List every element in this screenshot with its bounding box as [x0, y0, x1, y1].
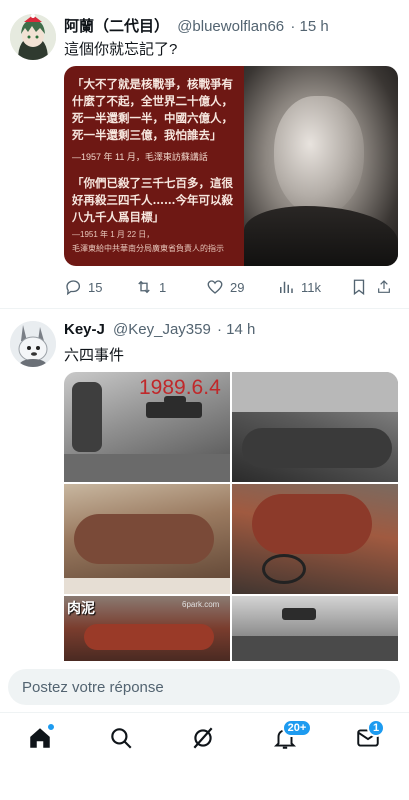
views-count: 11k — [301, 279, 321, 295]
tank-turret — [164, 396, 186, 404]
bookmark-icon — [353, 279, 365, 296]
like-count: 29 — [230, 279, 245, 295]
handle[interactable]: @Key_Jay359 — [113, 321, 211, 338]
nav-grok[interactable] — [190, 725, 218, 753]
nav-messages[interactable]: 1 — [355, 719, 385, 753]
tweet-image[interactable]: 1989.6.4 肉泥 6park.com — [64, 372, 398, 661]
tweet-image[interactable]: 「大不了就是核戰爭，核戰爭有什麼了不起，全世界二十億人，死一半還剩一半，中國六億… — [64, 66, 398, 266]
portrait-photo — [244, 66, 398, 266]
retweet-count: 1 — [159, 279, 167, 295]
nav-search[interactable] — [108, 725, 136, 753]
collage-photo-1: 1989.6.4 — [64, 372, 230, 482]
tweet-header: Key-J @Key_Jay359 · 14 h — [64, 321, 255, 338]
home-notification-dot — [47, 723, 55, 731]
tweet-text: 這個你就忘記了? — [64, 41, 178, 58]
reply-button[interactable]: 15 — [64, 278, 135, 296]
notifications-badge: 20+ — [282, 719, 312, 737]
display-name[interactable]: 阿蘭（二代目） — [64, 18, 169, 35]
watermark: 6park.com — [182, 600, 220, 609]
handle[interactable]: @bluewolflan66 — [177, 18, 284, 35]
search-icon — [111, 728, 132, 749]
avatar[interactable] — [10, 321, 56, 367]
tweet-header: 阿蘭（二代目） @bluewolflan66 · 15 h — [64, 15, 329, 36]
timestamp[interactable]: · 14 h — [217, 321, 255, 338]
quote-source-2b: 毛澤東給中共華南分局廣東省負責人的指示 — [72, 244, 224, 253]
grok-icon — [193, 727, 213, 749]
views-button[interactable]: 11k — [277, 278, 350, 296]
quote-panel: 「大不了就是核戰爭，核戰爭有什麼了不起，全世界二十億人，死一半還剩一半，中國六億… — [64, 66, 244, 266]
messages-badge: 1 — [367, 719, 385, 737]
tweet-1[interactable]: 阿蘭（二代目） @bluewolflan66 · 15 h 這個你就忘記了? 「… — [0, 0, 409, 308]
quote-source-1: —1957 年 11 月，毛澤東訪蘇講話 — [72, 152, 208, 162]
quote-text-2: 「你們已殺了三千七百多，這很好再殺三四千人……今年可以殺八九千人爲目標」 — [72, 176, 233, 224]
reply-icon — [66, 280, 81, 296]
display-name[interactable]: Key-J — [64, 321, 105, 338]
share-button[interactable] — [376, 278, 398, 296]
tweet-actions: 15 1 29 11k — [64, 276, 398, 298]
timestamp[interactable]: · 15 h — [290, 18, 328, 35]
tweet-text: 六四事件 — [64, 347, 125, 364]
views-icon — [280, 281, 293, 293]
share-icon — [378, 280, 390, 293]
collage-photo-3 — [64, 484, 230, 594]
nav-home[interactable] — [27, 723, 55, 753]
collage-photo-5: 肉泥 6park.com — [64, 596, 230, 661]
collage-photo-6 — [232, 596, 398, 661]
avatar[interactable] — [10, 14, 56, 60]
collage-photo-4 — [232, 484, 398, 594]
tank-shape — [282, 608, 316, 620]
retweet-icon — [138, 280, 150, 294]
tank-shape — [146, 402, 202, 418]
reply-count: 15 — [88, 279, 103, 295]
tweet-2[interactable]: Key-J @Key_Jay359 · 14 h 六四事件 1989.6.4 肉… — [0, 309, 409, 661]
like-button[interactable]: 29 — [206, 278, 277, 296]
nav-notifications[interactable]: 20+ — [272, 719, 312, 753]
heart-icon — [207, 280, 223, 294]
reply-input[interactable]: Postez votre réponse — [8, 669, 400, 705]
bottom-nav: 20+ 1 — [0, 712, 409, 800]
quote-text-1: 「大不了就是核戰爭，核戰爭有什麼了不起，全世界二十億人，死一半還剩一半，中國六億… — [72, 77, 233, 142]
bookmark-button[interactable] — [350, 278, 376, 296]
collage-photo-2 — [232, 372, 398, 482]
caption-meat: 肉泥 — [67, 600, 95, 616]
quote-source-2: —1951 年 1 月 22 日， — [72, 230, 155, 239]
retweet-button[interactable]: 1 — [135, 278, 206, 296]
